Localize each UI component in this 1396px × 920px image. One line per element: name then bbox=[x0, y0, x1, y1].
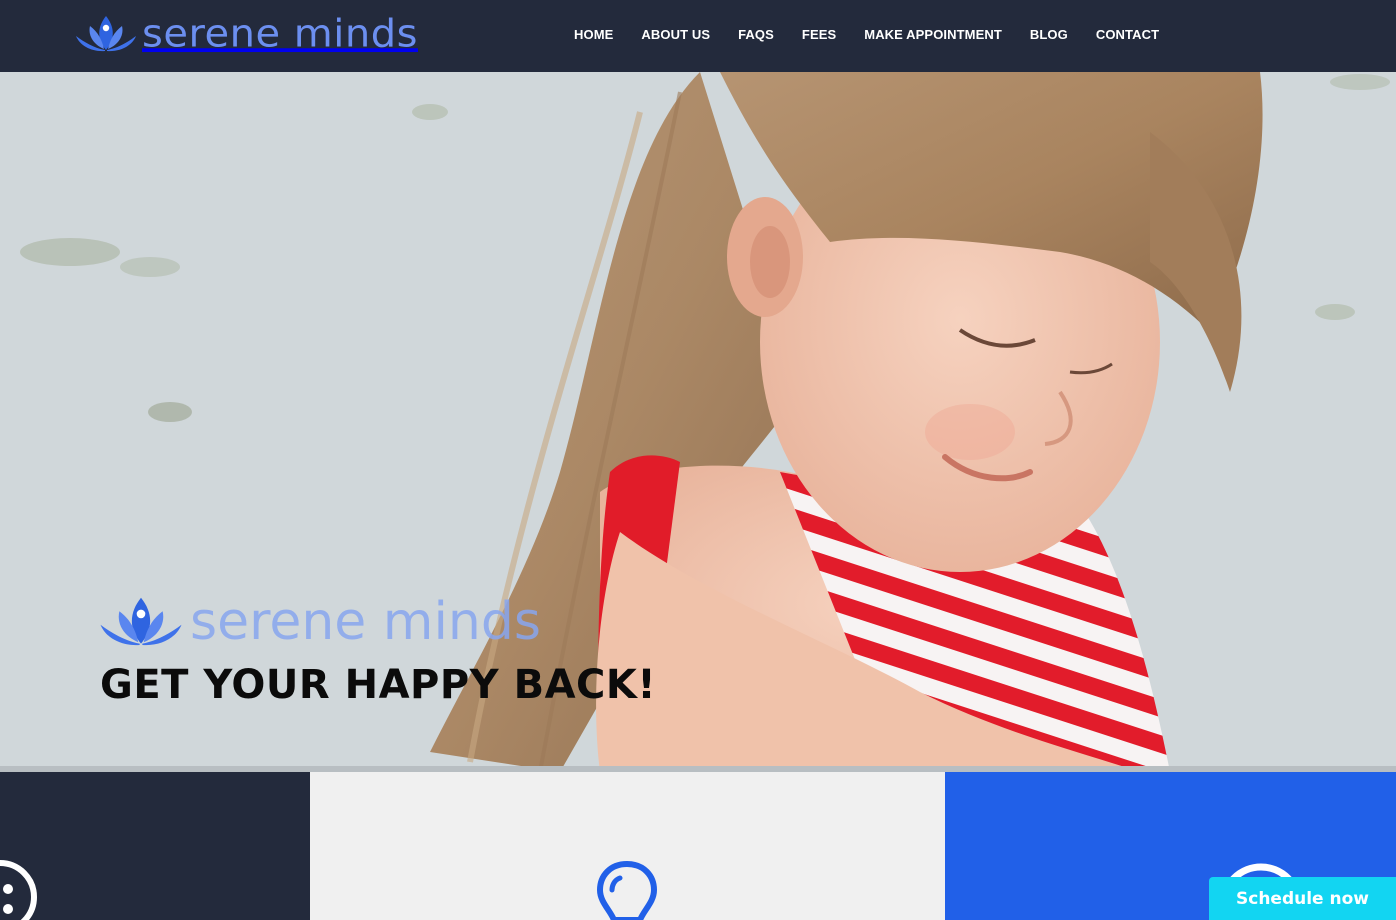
feature-panel-dark bbox=[0, 772, 310, 920]
nav-fees[interactable]: FEES bbox=[802, 27, 836, 42]
hero-logo: serene minds bbox=[96, 592, 541, 652]
site-logo[interactable]: serene minds bbox=[74, 12, 418, 56]
nav-faqs[interactable]: FAQS bbox=[738, 27, 774, 42]
hero-banner: serene minds GET YOUR HAPPY BACK! bbox=[0, 72, 1396, 772]
smiley-face-icon bbox=[0, 860, 37, 920]
lotus-icon bbox=[100, 597, 182, 646]
lightbulb-icon bbox=[596, 860, 658, 920]
nav-blog[interactable]: BLOG bbox=[1030, 27, 1068, 42]
nav-home[interactable]: HOME bbox=[574, 27, 613, 42]
nav-make-appointment[interactable]: MAKE APPOINTMENT bbox=[864, 27, 1002, 42]
schedule-now-button[interactable]: Schedule now bbox=[1209, 877, 1396, 920]
site-header: serene minds HOME ABOUT US FAQS FEES MAK… bbox=[0, 0, 1396, 72]
logo-text: serene minds bbox=[142, 12, 418, 56]
feature-panel-light bbox=[310, 772, 945, 920]
hero-logo-text: serene minds bbox=[190, 592, 541, 652]
main-nav: HOME ABOUT US FAQS FEES MAKE APPOINTMENT… bbox=[560, 0, 1173, 68]
lotus-icon bbox=[76, 16, 136, 52]
hero-tagline: GET YOUR HAPPY BACK! bbox=[100, 662, 657, 708]
nav-about-us[interactable]: ABOUT US bbox=[641, 27, 710, 42]
nav-contact[interactable]: CONTACT bbox=[1096, 27, 1159, 42]
